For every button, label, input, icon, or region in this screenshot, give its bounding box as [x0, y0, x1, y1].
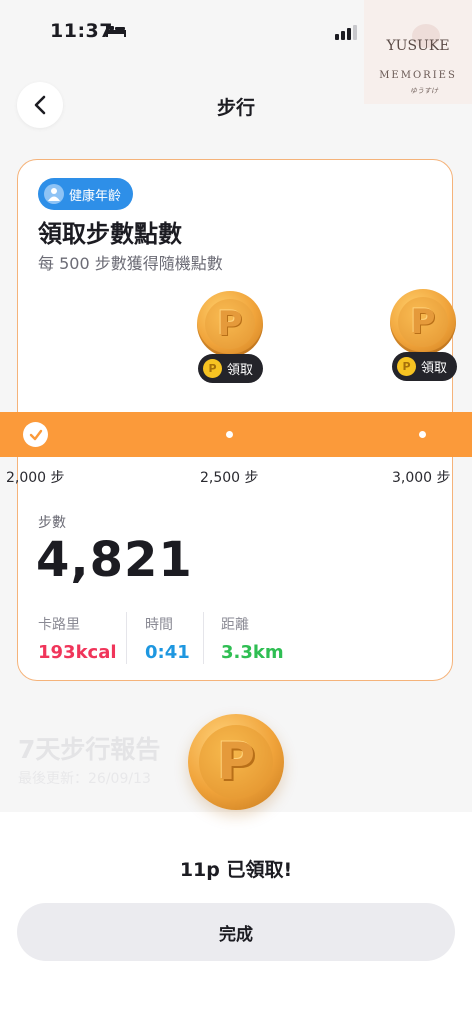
card-subtitle: 每 500 步數獲得隨機點數 [38, 254, 223, 273]
watermark-logo: YUSUKE MEMORIES ゆうすけ [364, 0, 472, 104]
card-title: 領取步數點數 [38, 220, 182, 248]
stat-label: 距離 [221, 617, 249, 633]
milestone-dot [226, 431, 233, 438]
check-icon [23, 422, 48, 447]
weekly-report-title: 7天步行報告 [18, 735, 161, 764]
done-button[interactable]: 完成 [17, 903, 455, 961]
point-icon: P [397, 357, 416, 376]
stat-time: 時間 0:41 [145, 614, 190, 663]
claim-label: 領取 [227, 363, 254, 378]
watermark-subtitle: MEMORIES [379, 70, 457, 81]
coin-letter: P [199, 725, 273, 799]
claim-button-2500[interactable]: P 領取 [198, 354, 264, 383]
steps-label: 步數 [38, 515, 66, 531]
big-point-coin-icon: P [188, 714, 284, 810]
milestone-label: 3,000 步 [392, 470, 451, 486]
signal-icon [335, 25, 357, 40]
point-coin-icon[interactable]: P [197, 291, 263, 357]
stat-divider [203, 612, 204, 664]
steps-value: 4,821 [36, 532, 193, 588]
watermark-title: YUSUKE [386, 38, 450, 54]
stat-distance: 距離 3.3km [221, 614, 284, 663]
bed-icon [106, 25, 126, 37]
person-icon [44, 184, 64, 204]
status-time: 11:37 [50, 20, 113, 42]
claim-label: 領取 [421, 361, 448, 376]
badge-label: 健康年齡 [69, 188, 122, 204]
milestone-label: 2,000 步 [6, 470, 65, 486]
coin-letter: P [398, 297, 448, 347]
coin-letter: P [205, 299, 255, 349]
claimed-message: 11p 已領取! [179, 859, 293, 881]
health-age-badge: 健康年齡 [38, 178, 134, 210]
stat-label: 卡路里 [38, 617, 80, 633]
stat-calories: 卡路里 193kcal [38, 614, 117, 663]
stat-value: 3.3km [221, 642, 284, 663]
stat-divider [126, 612, 127, 664]
page-title: 步行 [216, 97, 255, 119]
stat-value: 0:41 [145, 642, 190, 663]
claim-button-3000[interactable]: P 領取 [392, 352, 458, 381]
step-progress-bar [0, 412, 472, 457]
stat-label: 時間 [145, 617, 173, 633]
point-coin-icon[interactable]: P [390, 289, 456, 355]
milestone-dot [419, 431, 426, 438]
point-icon: P [203, 359, 222, 378]
stat-value: 193kcal [38, 642, 117, 663]
milestone-label: 2,500 步 [200, 470, 259, 486]
weekly-report-updated: 最後更新：26/09/13 [18, 771, 151, 787]
